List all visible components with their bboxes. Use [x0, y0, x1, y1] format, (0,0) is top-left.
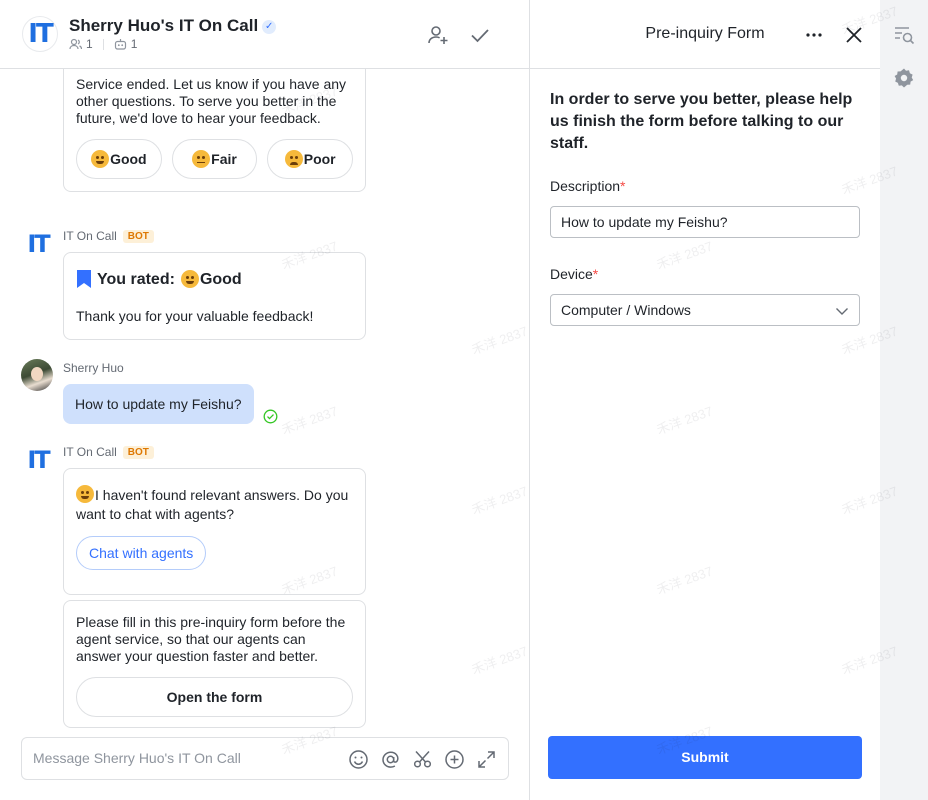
form-prompt-card: Please fill in this pre-inquiry form bef…: [63, 600, 366, 728]
app-root: IT Sherry Huo's IT On Call ✓ 1 1 Service …: [0, 0, 928, 800]
user-avatar[interactable]: [21, 359, 53, 391]
screenshot-scissors-icon[interactable]: [412, 749, 433, 770]
official-badge-icon: ✓: [262, 20, 277, 34]
rated-card: You rated: Good Thank you for your valua…: [63, 252, 366, 340]
bot-icon[interactable]: [114, 38, 127, 50]
rate-poor-button[interactable]: Poor: [267, 139, 354, 179]
no-answer-card: I haven't found relevant answers. Do you…: [63, 468, 366, 595]
settings-gear-icon[interactable]: [893, 67, 915, 89]
required-mark: *: [592, 266, 599, 282]
no-answer-text-content: I haven't found relevant answers. Do you…: [76, 487, 349, 522]
chat-title: Sherry Huo's IT On Call ✓: [69, 16, 277, 36]
chat-pane: IT Sherry Huo's IT On Call ✓ 1 1 Service …: [0, 0, 530, 800]
user-sender-name[interactable]: Sherry Huo: [63, 361, 124, 375]
bot-tag: BOT: [122, 229, 154, 243]
chat-logo: IT: [22, 16, 58, 52]
form-intro: In order to serve you better, please hel…: [550, 91, 853, 152]
form-header: Pre-inquiry Form: [530, 0, 880, 69]
required-mark: *: [620, 178, 626, 194]
bot-sender-name[interactable]: IT On Call: [63, 229, 117, 243]
search-records-icon[interactable]: [893, 24, 915, 46]
description-label: Description*: [550, 178, 625, 194]
message-list[interactable]: Service ended. Let us know if you have a…: [0, 69, 529, 729]
bot-avatar[interactable]: IT: [22, 444, 54, 476]
bot-sender-name[interactable]: IT On Call: [63, 445, 117, 459]
rated-heading: You rated: Good: [76, 269, 353, 289]
no-answer-text: I haven't found relevant answers. Do you…: [76, 485, 353, 524]
submit-button[interactable]: Submit: [548, 736, 862, 779]
sweat-smile-emoji-icon: [76, 485, 94, 503]
add-member-icon[interactable]: [427, 24, 449, 46]
message-input[interactable]: Message Sherry Huo's IT On Call: [33, 738, 241, 779]
neutral-emoji-icon: [192, 150, 211, 168]
rate-poor-label: Poor: [303, 150, 336, 167]
plus-icon[interactable]: [444, 749, 465, 770]
rated-thanks: Thank you for your valuable feedback!: [76, 308, 314, 324]
mention-icon[interactable]: [380, 749, 401, 770]
rate-fair-button[interactable]: Fair: [171, 139, 258, 179]
rate-good-label: Good: [110, 150, 147, 167]
device-label-text: Device: [550, 266, 593, 282]
right-rail: [880, 0, 928, 800]
description-field[interactable]: How to update my Feishu?: [550, 206, 860, 238]
bot-sender-line: IT On Call BOT: [63, 445, 154, 459]
form-title: Pre-inquiry Form: [645, 25, 765, 42]
rate-fair-label: Fair: [211, 150, 237, 167]
device-label: Device*: [550, 266, 598, 282]
checkmark-icon[interactable]: [469, 24, 491, 46]
pre-inquiry-form-panel: Pre-inquiry Form In order to serve you b…: [530, 0, 880, 800]
read-status-icon: [263, 409, 278, 424]
chat-subtitle: 1 1: [69, 37, 137, 51]
device-select-value: Computer / Windows: [561, 302, 691, 318]
chevron-down-icon: [836, 308, 848, 315]
bookmark-icon: [77, 270, 91, 288]
rate-good-button[interactable]: Good: [76, 139, 162, 179]
subtitle-divider: [102, 38, 104, 50]
bot-avatar[interactable]: IT: [22, 228, 54, 260]
user-message-bubble[interactable]: How to update my Feishu?: [63, 384, 254, 424]
chat-with-agents-button[interactable]: Chat with agents: [76, 536, 207, 570]
message-composer[interactable]: Message Sherry Huo's IT On Call: [21, 737, 509, 780]
smile-emoji-icon: [180, 270, 199, 288]
feedback-request-card: Service ended. Let us know if you have a…: [63, 69, 366, 192]
chat-title-text: Sherry Huo's IT On Call: [69, 16, 259, 35]
form-prompt-text: Please fill in this pre-inquiry form bef…: [76, 614, 346, 664]
smile-emoji-icon: [91, 150, 110, 168]
close-icon[interactable]: [844, 25, 864, 45]
feedback-request-text: Service ended. Let us know if you have a…: [76, 76, 347, 126]
device-select[interactable]: Computer / Windows: [550, 294, 860, 326]
emoji-icon[interactable]: [348, 749, 369, 770]
bots-count[interactable]: 1: [131, 37, 138, 51]
expand-icon[interactable]: [476, 749, 497, 770]
chat-header: IT Sherry Huo's IT On Call ✓ 1 1: [0, 0, 529, 69]
bot-sender-line: IT On Call BOT: [63, 229, 154, 243]
rated-value: Good: [199, 270, 242, 288]
rated-label: You rated:: [97, 270, 175, 288]
members-count[interactable]: 1: [86, 37, 93, 51]
open-form-button[interactable]: Open the form: [76, 677, 353, 717]
description-label-text: Description: [550, 178, 621, 194]
bot-tag: BOT: [122, 445, 154, 459]
rating-buttons: Good Fair Poor: [76, 139, 354, 179]
sad-emoji-icon: [284, 150, 303, 168]
more-icon[interactable]: [804, 25, 824, 45]
members-icon[interactable]: [69, 38, 82, 50]
